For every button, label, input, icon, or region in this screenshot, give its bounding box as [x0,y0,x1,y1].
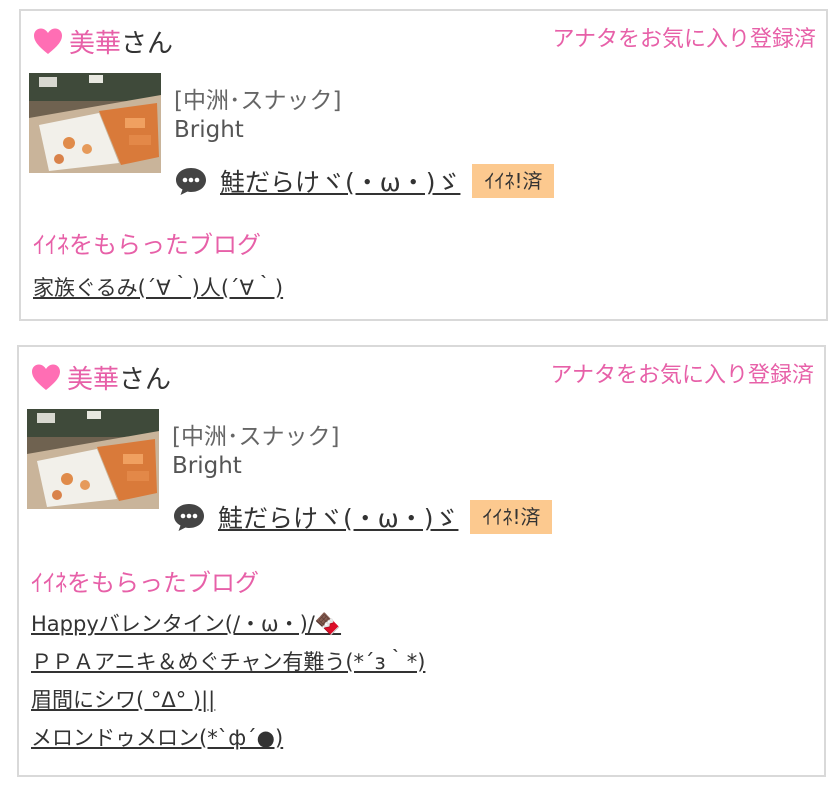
shop-name: Bright [174,117,244,143]
honorific: さん [121,28,174,59]
shop-name: Bright [172,453,242,479]
heart-icon [33,27,63,55]
favorite-card-2: 美華 さん アナタをお気に入り登録済 [中洲･スナック] Bright 鮭だらけ… [17,345,826,777]
card-header: 美華 さん [31,359,171,395]
iine-badge: ｲｲﾈ!済 [472,164,555,198]
blog-link[interactable]: ＰＰＡアニキ＆めぐチャン有難う(*´з｀*) [31,650,425,674]
profile-thumbnail[interactable] [27,409,159,509]
speech-bubble-icon [172,501,206,533]
profile-thumbnail[interactable] [29,73,161,173]
card-header: 美華 さん [33,23,173,59]
user-name[interactable]: 美華 [67,359,119,396]
shop-category: [中洲･スナック] [172,424,340,450]
post-title-link[interactable]: 鮭だらけヾ(・ω・)ゞ [220,163,460,199]
liked-blogs-list: Happyバレンタイン(/・ω・)/🍫 ＰＰＡアニキ＆めぐチャン有難う(*´з｀… [31,605,425,757]
honorific: さん [119,364,172,395]
list-item: メロンドゥメロン(*`ф´●) [31,719,425,757]
post-title-link[interactable]: 鮭だらけヾ(・ω・)ゞ [218,499,458,535]
favorite-status: アナタをお気に入り登録済 [552,27,816,52]
speech-bubble-icon [174,165,208,197]
list-item: 眉間にシワ( °Δ° )|| [31,681,425,719]
blog-link[interactable]: Happyバレンタイン(/・ω・)/🍫 [31,612,341,636]
heart-icon [31,363,61,391]
iine-badge: ｲｲﾈ!済 [470,500,553,534]
liked-blogs-heading: ｲｲﾈをもらったブログ [31,569,259,597]
blog-link[interactable]: 眉間にシワ( °Δ° )|| [31,688,215,712]
latest-post: 鮭だらけヾ(・ω・)ゞ ｲｲﾈ!済 [172,497,553,537]
list-item: 家族ぐるみ(´∀｀)人(´∀｀) [33,269,283,307]
blog-link[interactable]: メロンドゥメロン(*`ф´●) [31,726,283,750]
list-item: ＰＰＡアニキ＆めぐチャン有難う(*´з｀*) [31,643,425,681]
liked-blogs-list: 家族ぐるみ(´∀｀)人(´∀｀) [33,269,283,307]
blog-link[interactable]: 家族ぐるみ(´∀｀)人(´∀｀) [33,276,283,300]
shop-category: [中洲･スナック] [174,88,342,114]
favorite-status: アナタをお気に入り登録済 [550,363,814,388]
list-item: Happyバレンタイン(/・ω・)/🍫 [31,605,425,643]
favorite-card-1: 美華 さん アナタをお気に入り登録済 [中洲･スナック] Bright 鮭だらけ… [19,9,828,321]
liked-blogs-heading: ｲｲﾈをもらったブログ [33,231,261,259]
user-name[interactable]: 美華 [69,23,121,60]
latest-post: 鮭だらけヾ(・ω・)ゞ ｲｲﾈ!済 [174,161,555,201]
